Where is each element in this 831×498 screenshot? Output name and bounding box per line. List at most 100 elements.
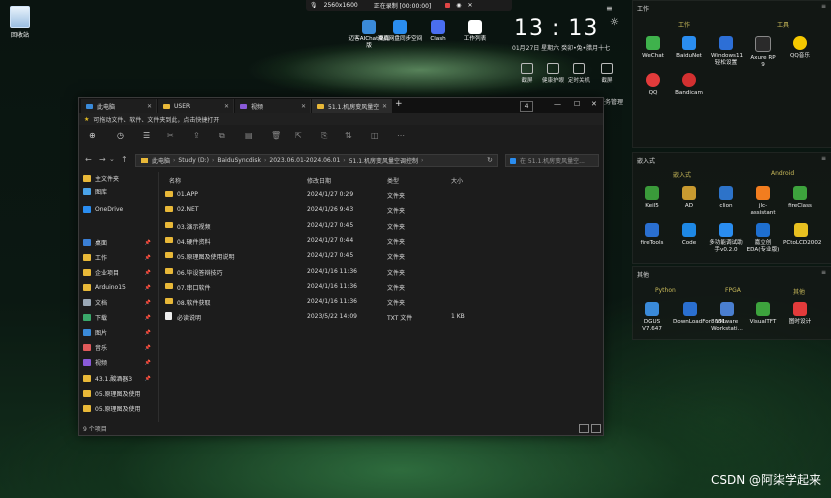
close-icon[interactable]: ✕ [382,103,387,110]
tiles-view-icon[interactable] [591,424,601,433]
nav-item[interactable]: 主文件夹 [83,172,155,185]
breadcrumb[interactable]: 此电脑 › Study (D:) › BaiduSyncdisk › 2023.06.… [135,154,498,167]
fence-menu-icon[interactable]: ≡ [821,155,826,162]
column-type[interactable]: 类型 [387,176,399,185]
column-date[interactable]: 修改日期 [307,176,331,185]
back-button[interactable]: ← [85,155,92,164]
sort-icon[interactable]: ⇅ [345,131,352,140]
app-wechat[interactable]: WeChat [638,36,668,60]
close-window-button[interactable]: ✕ [591,100,597,108]
history-icon[interactable]: ◷ [117,131,124,140]
nav-item[interactable]: OneDrive [83,203,155,216]
app-keil5[interactable]: Keil5 [637,186,667,210]
copy-icon[interactable]: ⧉ [219,131,225,141]
close-icon[interactable]: ✕ [224,103,229,110]
app-axure[interactable]: Axure RP 9 [748,36,778,69]
nav-item[interactable]: 05.原理图及使用 [83,402,155,415]
table-row[interactable]: 02.NET 2024/1/26 9:43 文件夹 [161,202,601,217]
table-row[interactable]: 08.软件获取 2024/1/16 11:36 文件夹 [161,294,601,309]
tile-capture[interactable]: 截屏 [594,63,620,84]
nav-item[interactable]: 05.原理图及使用 [83,387,155,400]
app-jlc-eda[interactable]: 嘉立创EDA(专业版) [746,223,780,254]
table-row[interactable]: 05.原理图及使用说明 2024/1/27 0:45 文件夹 [161,248,601,263]
details-view-icon[interactable] [579,424,589,433]
app-visualtft[interactable]: VisualTFT [748,302,778,326]
app-bandicam[interactable]: Bandicam [674,73,704,97]
nav-item[interactable]: 图片 📌 [83,326,155,339]
table-row[interactable]: 04.硬件资料 2024/1/27 0:44 文件夹 [161,233,601,248]
app-clion[interactable]: clion [711,186,741,210]
nav-item[interactable]: 工作 📌 [83,251,155,264]
app-download8051[interactable]: DownLoadFor8051 [673,302,725,326]
nav-item[interactable]: 文档 📌 [83,296,155,309]
app-vmware[interactable]: VMware Workstati... [709,302,745,333]
view-menu-icon[interactable]: ☰ [143,131,150,140]
app-baidunet[interactable]: BaiduNet [674,36,704,60]
app-vscode[interactable]: Code [674,223,704,247]
share-icon[interactable]: ⇱ [295,131,302,140]
mic-icon[interactable]: 🎙 [310,2,318,9]
breadcrumb-item[interactable]: Study (D:) [178,157,209,164]
app-jlc-assistant[interactable]: jlc-assistant [748,186,778,217]
table-row[interactable]: 03.演示视频 2024/1/27 0:45 文件夹 [161,218,601,233]
tab-user[interactable]: USER ✕ [158,99,234,113]
app-debug-assistant[interactable]: 多功能调试助手v0.2.0 [709,223,743,254]
close-icon[interactable]: ✕ [468,2,473,9]
cut-icon[interactable]: ✂ [167,131,174,140]
table-row[interactable]: 07.串口软件 2024/1/16 11:36 文件夹 [161,279,601,294]
nav-item[interactable]: 43.1.酸酒器3 📌 [83,372,155,385]
nav-item[interactable]: 图库 [83,185,155,198]
app-qqmusic[interactable]: QQ音乐 [785,36,815,60]
minimize-button[interactable]: — [554,100,561,108]
breadcrumb-item[interactable]: BaiduSyncdisk [217,157,261,164]
new-icon[interactable]: ⊕ [89,131,96,140]
breadcrumb-item[interactable]: 2023.06.01-2024.06.01 [269,157,340,164]
tab-video[interactable]: 视频 ✕ [235,99,311,113]
search-input[interactable]: 在 51.1.机房变风量空... [505,154,599,167]
app-tushi-design[interactable]: 图时设计 [785,302,815,326]
nav-item[interactable]: 视频 📌 [83,356,155,369]
sun-icon[interactable]: ☼ [610,17,619,28]
nav-item[interactable]: 桌面 📌 [83,236,155,249]
tab-current-folder[interactable]: 51.1.机房变风量空 ✕ [312,99,392,113]
recycle-bin[interactable]: 回收站 [6,6,34,39]
nav-item[interactable]: 音乐 📌 [83,341,155,354]
table-row[interactable]: 06.毕设答辩技巧 2024/1/16 11:36 文件夹 [161,264,601,279]
app-pctolcd[interactable]: PCtoLCD2002 [783,223,821,247]
app-qq[interactable]: QQ [638,73,668,97]
maximize-button[interactable]: ☐ [574,100,580,108]
app-win11-settings[interactable]: Windows11轻松设置 [711,36,743,67]
delete-icon[interactable]: 🗑 [271,131,281,140]
app-ad[interactable]: AD [674,186,704,210]
tile-eye-care[interactable]: 健康护眼 [540,63,566,84]
breadcrumb-item[interactable]: 51.1.机房变风量空调控制 [349,156,418,165]
desktop-icon-worklist[interactable]: 工作列表 [452,20,498,43]
app-firetools[interactable]: fireTools [637,223,667,247]
details-icon[interactable]: ◫ [371,131,379,140]
paste-icon[interactable]: ▤ [245,131,253,140]
column-size[interactable]: 大小 [451,176,463,185]
table-row[interactable]: 01.APP 2024/1/27 0:29 文件夹 [161,187,601,202]
tab-this-pc[interactable]: 此电脑 ✕ [81,99,157,113]
column-name[interactable]: 名称 [169,176,181,185]
up-button[interactable]: ↑ [121,155,128,164]
refresh-icon[interactable]: ↻ [487,156,493,164]
close-icon[interactable]: ✕ [147,103,152,110]
upload-icon[interactable]: ⇪ [193,131,200,140]
table-row[interactable]: 必读说明 2023/5/22 14:09 TXT 文件 1 KB [161,309,601,324]
tab-counter[interactable]: 4 [520,101,533,112]
app-fireclass[interactable]: fireClass [785,186,815,210]
close-icon[interactable]: ✕ [301,103,306,110]
nav-item[interactable]: 下载 📌 [83,311,155,324]
camera-icon[interactable]: ◉ [456,2,461,9]
fence-menu-icon[interactable]: ≡ [821,3,826,10]
app-dgus[interactable]: DGUS V7.647 [635,302,669,333]
stop-icon[interactable] [445,3,451,8]
tile-shutdown-timer[interactable]: 定时关机 [566,63,592,84]
breadcrumb-item[interactable]: 此电脑 [152,156,170,165]
chevron-down-icon[interactable]: ⌄ [109,155,115,163]
nav-item[interactable]: Arduino15 📌 [83,281,155,294]
quick-drop-bar[interactable]: ★ 可拖动文件、软件、文件夹到此，点击快捷打开 [79,113,603,125]
rename-icon[interactable]: ⎘ [321,131,327,141]
new-tab-button[interactable]: + [395,99,403,109]
